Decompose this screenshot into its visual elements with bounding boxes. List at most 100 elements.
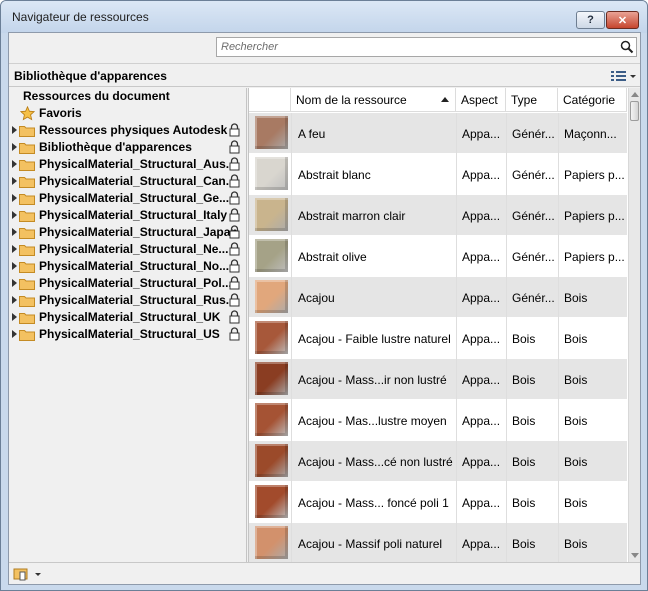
expand-arrow-icon[interactable] <box>12 177 17 185</box>
folder-icon <box>19 160 35 171</box>
search-box[interactable] <box>216 37 637 57</box>
folder-icon <box>19 177 35 188</box>
cell-category: Bois <box>564 332 588 346</box>
close-button[interactable]: ✕ <box>606 11 639 29</box>
column-divider <box>456 318 457 359</box>
tree-item-library[interactable]: PhysicalMaterial_Structural_Pol... <box>9 275 246 292</box>
column-header-category[interactable]: Catégorie <box>558 88 627 112</box>
cell-aspect: Appa... <box>462 455 501 469</box>
star-icon <box>20 106 35 121</box>
column-divider <box>456 195 457 236</box>
cell-name: Acajou - Mass...cé non lustré <box>298 455 453 469</box>
table-row[interactable]: Abstrait olive Appa... Génér... Papiers p..… <box>249 236 627 277</box>
expand-arrow-icon[interactable] <box>12 296 17 304</box>
cell-type: Bois <box>512 332 536 346</box>
table-row[interactable]: Abstrait blanc Appa... Génér... Papiers p..… <box>249 154 627 195</box>
material-thumbnail <box>255 485 288 518</box>
tree-item-label: PhysicalMaterial_Structural_Rus... <box>39 293 236 307</box>
tree-item-label: Ressources du document <box>23 89 170 103</box>
lock-icon <box>229 276 240 290</box>
lock-icon <box>229 157 240 171</box>
expand-arrow-icon[interactable] <box>12 245 17 253</box>
material-thumbnail <box>255 239 288 272</box>
column-divider <box>456 277 457 318</box>
cell-type: Génér... <box>512 250 555 264</box>
cell-category: Papiers p... <box>564 168 624 182</box>
expand-arrow-icon[interactable] <box>12 228 17 236</box>
tree-item-label: Bibliothèque d'apparences <box>39 140 192 154</box>
tree-item-document-resources[interactable]: Ressources du document <box>9 88 246 105</box>
cell-aspect: Appa... <box>462 168 501 182</box>
close-icon: ✕ <box>617 14 628 27</box>
tree-item-label: PhysicalMaterial_Structural_Ge... <box>39 191 230 205</box>
tree-item-library[interactable]: PhysicalMaterial_Structural_Italy <box>9 207 246 224</box>
status-bar <box>9 562 640 584</box>
lock-icon <box>229 259 240 273</box>
cell-category: Bois <box>564 414 588 428</box>
table-row[interactable]: Acajou Appa... Génér... Bois <box>249 277 627 318</box>
material-thumbnail <box>255 444 288 477</box>
sort-ascending-icon <box>441 97 449 102</box>
resource-grid: Nom de la ressource Aspect Type Catégori… <box>249 88 640 562</box>
tree-item-library[interactable]: PhysicalMaterial_Structural_Japan <box>9 224 246 241</box>
column-divider <box>558 400 559 441</box>
cell-name: Abstrait olive <box>298 250 367 264</box>
vertical-scrollbar[interactable] <box>628 88 640 562</box>
expand-arrow-icon[interactable] <box>12 160 17 168</box>
column-header-thumbnail[interactable] <box>249 88 291 112</box>
tree-item-library[interactable]: Bibliothèque d'apparences <box>9 139 246 156</box>
table-row[interactable]: Acajou - Mass... foncé poli 1 Appa... Bois… <box>249 482 627 523</box>
column-divider <box>291 277 292 318</box>
tree-item-library[interactable]: PhysicalMaterial_Structural_US <box>9 326 246 343</box>
table-row[interactable]: Acajou - Mas...lustre moyen Appa... Bois Bo… <box>249 400 627 441</box>
expand-arrow-icon[interactable] <box>12 143 17 151</box>
column-divider <box>506 441 507 482</box>
help-icon: ? <box>587 14 594 26</box>
tree-item-library[interactable]: PhysicalMaterial_Structural_Rus... <box>9 292 246 309</box>
table-row[interactable]: Abstrait marron clair Appa... Génér... Papi… <box>249 195 627 236</box>
table-row[interactable]: Acajou - Faible lustre naturel Appa... Boi… <box>249 318 627 359</box>
tree-item-favorites[interactable]: Favoris <box>9 105 246 122</box>
help-button[interactable]: ? <box>576 11 605 29</box>
cell-type: Génér... <box>512 291 555 305</box>
folder-icon <box>19 262 35 273</box>
column-header-aspect[interactable]: Aspect <box>456 88 506 112</box>
scroll-up-icon[interactable] <box>631 92 639 97</box>
column-divider <box>506 523 507 562</box>
title-bar[interactable]: Navigateur de ressources ? ✕ <box>1 1 647 33</box>
search-icon[interactable] <box>620 40 634 54</box>
table-row[interactable]: Acajou - Mass...ir non lustré Appa... Bois… <box>249 359 627 400</box>
folder-icon <box>19 279 35 290</box>
tree-item-library[interactable]: PhysicalMaterial_Structural_Can... <box>9 173 246 190</box>
column-header-type[interactable]: Type <box>506 88 558 112</box>
tree-item-library[interactable]: PhysicalMaterial_Structural_Ne... <box>9 241 246 258</box>
expand-arrow-icon[interactable] <box>12 313 17 321</box>
table-row[interactable]: A feu Appa... Génér... Maçonn... <box>249 113 627 154</box>
expand-arrow-icon[interactable] <box>12 211 17 219</box>
expand-arrow-icon[interactable] <box>12 262 17 270</box>
lock-icon <box>229 174 240 188</box>
expand-arrow-icon[interactable] <box>12 126 17 134</box>
column-header-name[interactable]: Nom de la ressource <box>291 88 456 112</box>
table-row[interactable]: Acajou - Massif poli naturel Appa... Bois B… <box>249 523 627 562</box>
expand-arrow-icon[interactable] <box>12 279 17 287</box>
search-input[interactable] <box>217 38 612 56</box>
expand-arrow-icon[interactable] <box>12 194 17 202</box>
tree-item-library[interactable]: Ressources physiques Autodesk <box>9 122 246 139</box>
scrollbar-thumb[interactable] <box>630 101 639 121</box>
scroll-down-icon[interactable] <box>631 553 639 558</box>
cell-type: Génér... <box>512 168 555 182</box>
cell-name: Acajou - Massif poli naturel <box>298 537 443 551</box>
table-row[interactable]: Acajou - Mass...cé non lustré Appa... Bois… <box>249 441 627 482</box>
tree-item-library[interactable]: PhysicalMaterial_Structural_No... <box>9 258 246 275</box>
cell-name: A feu <box>298 127 326 141</box>
tree-item-library[interactable]: PhysicalMaterial_Structural_UK <box>9 309 246 326</box>
expand-arrow-icon[interactable] <box>12 330 17 338</box>
tree-item-label: PhysicalMaterial_Structural_Pol... <box>39 276 232 290</box>
library-menu-icon[interactable] <box>13 567 43 581</box>
client-area: Bibliothèque d'apparences Ressources du … <box>8 32 641 585</box>
cell-category: Maçonn... <box>564 127 617 141</box>
tree-item-library[interactable]: PhysicalMaterial_Structural_Ge... <box>9 190 246 207</box>
view-options-icon[interactable] <box>610 70 636 82</box>
tree-item-library[interactable]: PhysicalMaterial_Structural_Aus... <box>9 156 246 173</box>
